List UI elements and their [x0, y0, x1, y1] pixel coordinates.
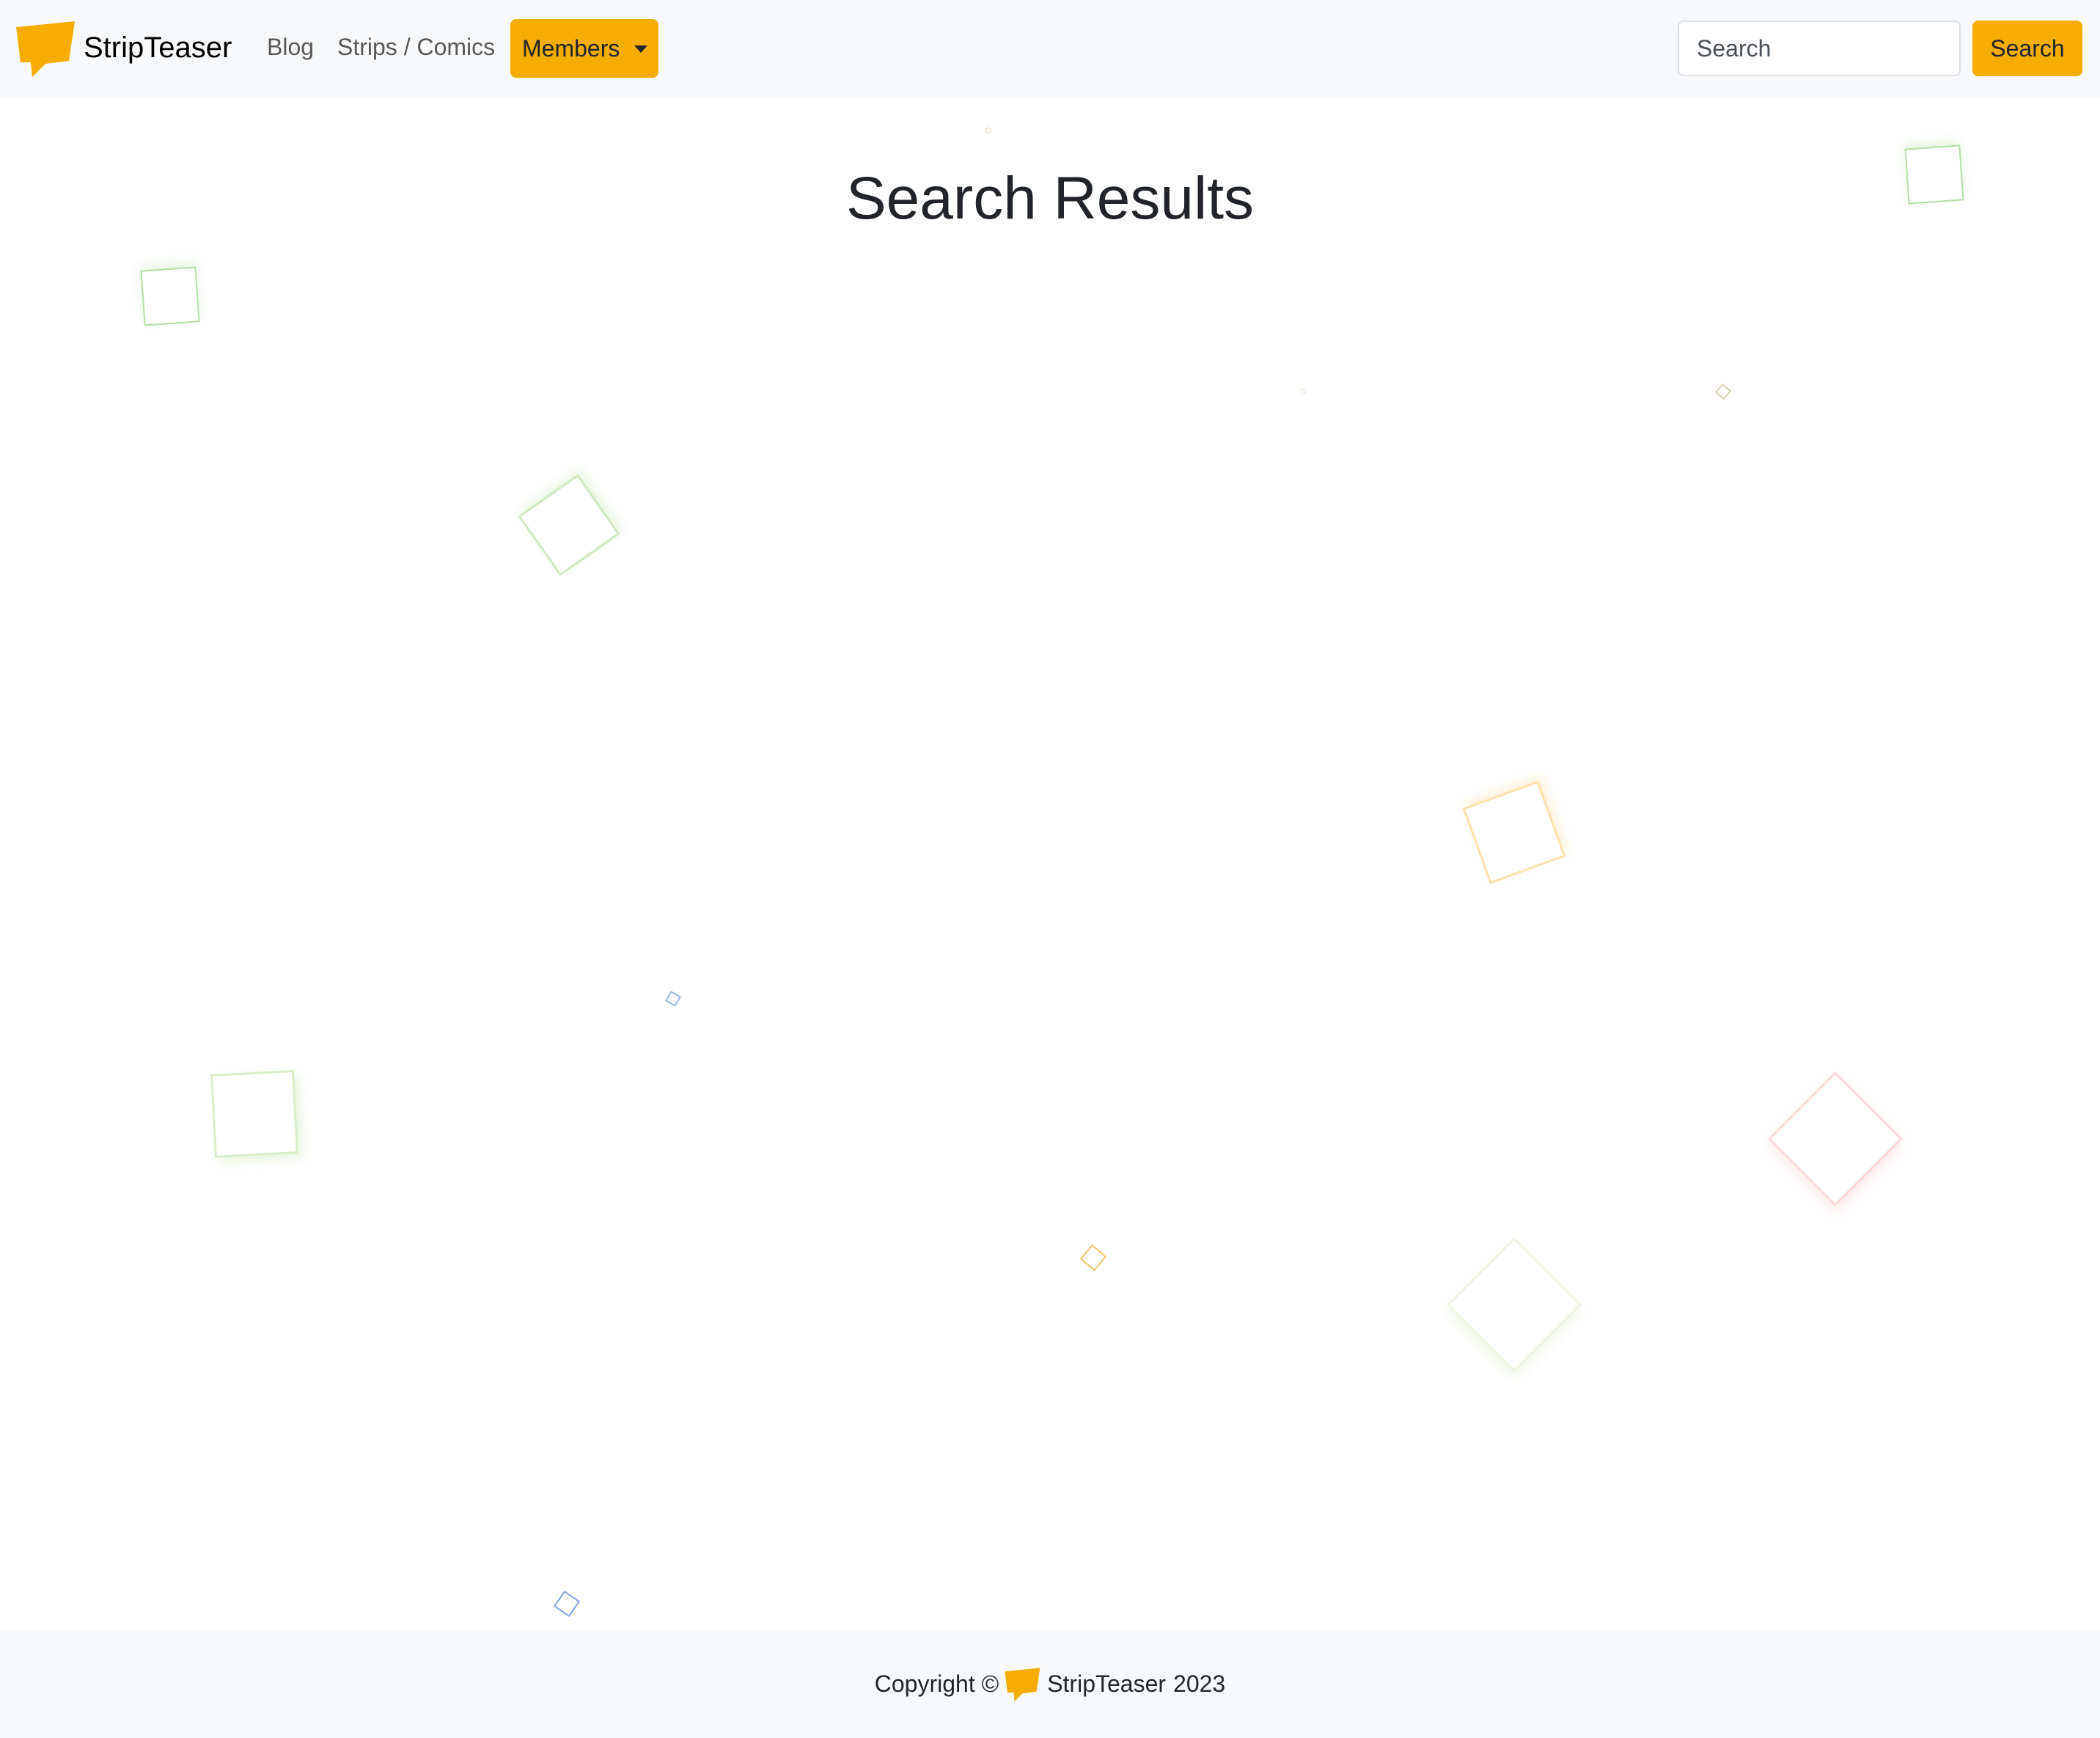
decorative-square-icon [1768, 1071, 1903, 1206]
footer-brand: StripTeaser [1047, 1670, 1167, 1697]
speech-bubble-logo-icon [1005, 1668, 1040, 1701]
caret-down-icon [634, 45, 648, 53]
footer: Copyright © StripTeaser 2023 [0, 1629, 2100, 1738]
brand-link[interactable]: StripTeaser [16, 18, 232, 78]
decorative-square-icon [553, 1590, 581, 1618]
page-title: Search Results [845, 165, 1255, 232]
decorative-square-icon [518, 474, 620, 576]
nav-link-blog[interactable]: Blog [267, 32, 314, 62]
decorative-square-icon [1714, 383, 1732, 400]
decorative-square-icon [665, 991, 681, 1007]
nav-link-strips-comics[interactable]: Strips / Comics [337, 32, 495, 62]
decorative-square-icon [210, 1070, 298, 1158]
decorative-square-icon [985, 128, 991, 133]
navbar: StripTeaser Blog Strips / Comics Members… [0, 0, 2100, 97]
decorative-square-icon [1301, 389, 1307, 395]
footer-copyright-text: Copyright © [874, 1670, 999, 1697]
decorative-square-icon [1079, 1244, 1107, 1272]
footer-year: 2023 [1173, 1670, 1226, 1697]
search-button[interactable]: Search [1972, 21, 2082, 76]
speech-bubble-logo-icon [16, 21, 75, 77]
decorative-square-icon [140, 266, 200, 326]
search-input[interactable] [1678, 21, 1961, 76]
decorative-square-icon [1462, 780, 1566, 884]
brand-name: StripTeaser [84, 32, 232, 64]
members-label: Members [522, 34, 620, 62]
members-dropdown-button[interactable]: Members [510, 19, 658, 78]
decorative-square-icon [1447, 1237, 1582, 1372]
